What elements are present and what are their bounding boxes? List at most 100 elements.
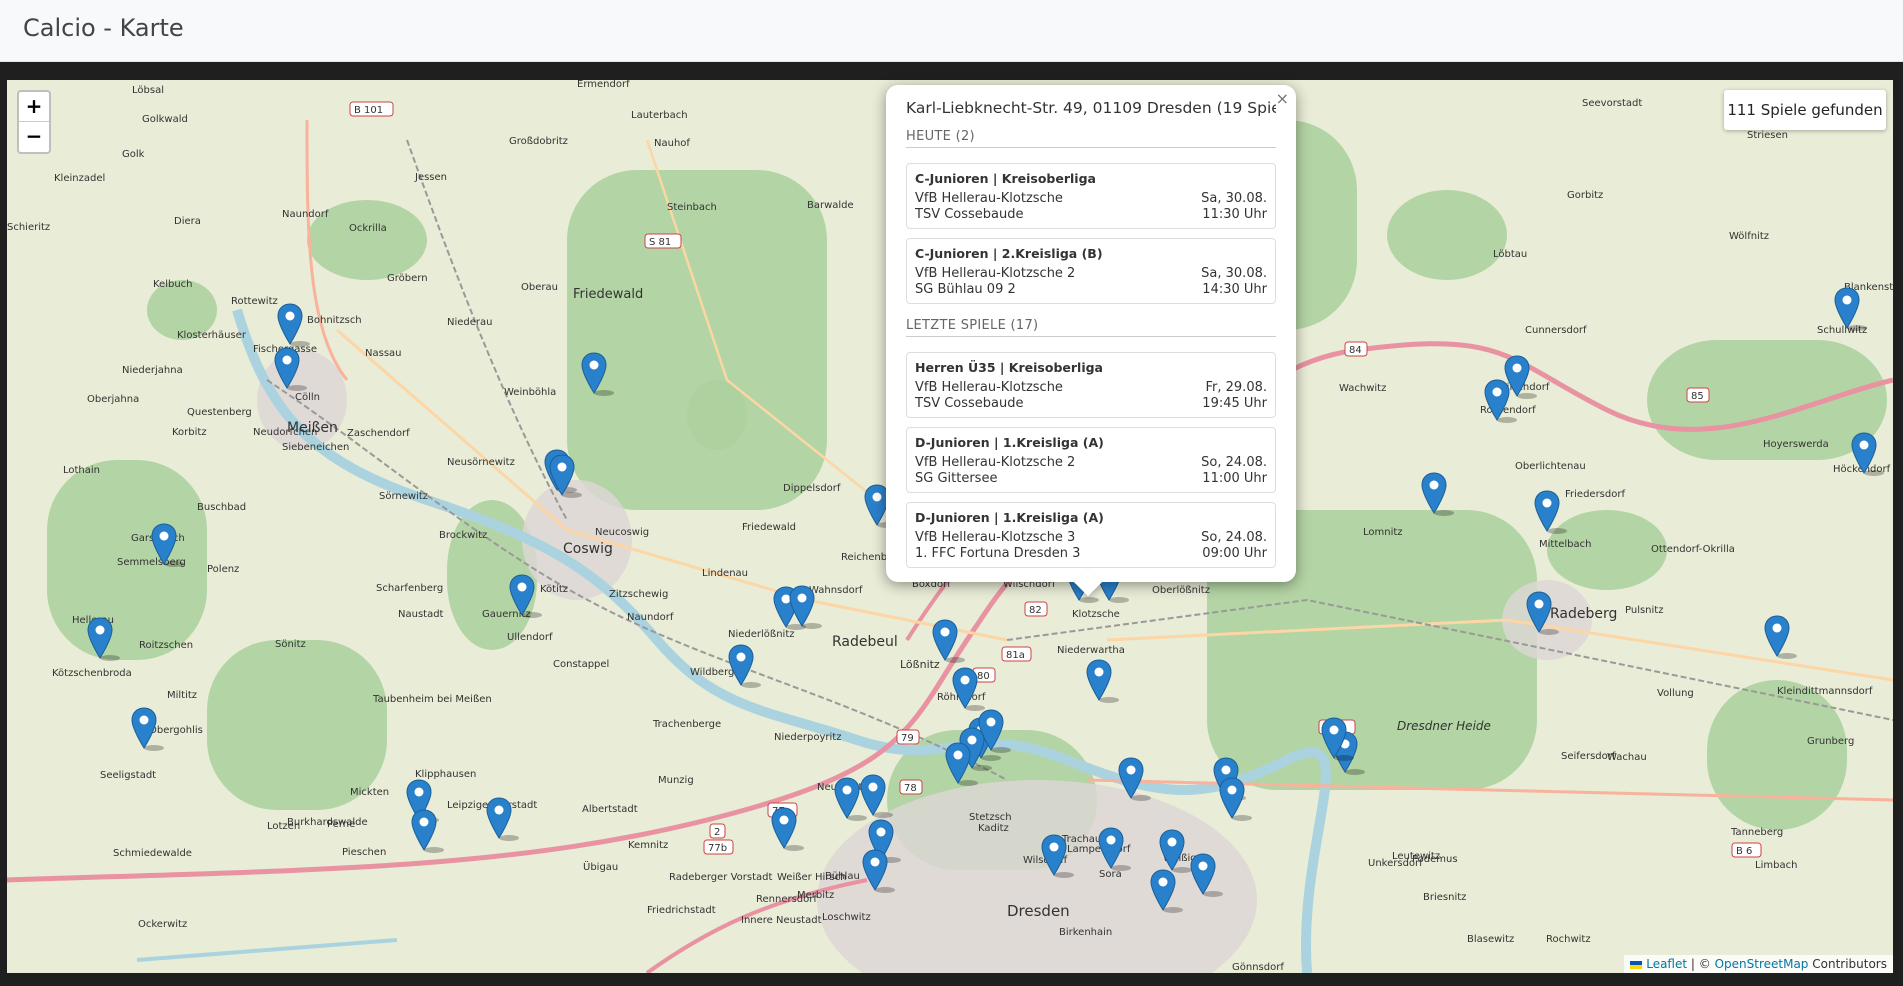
map-attribution: Leaflet | © OpenStreetMap Contributors (1624, 955, 1893, 973)
map-marker-icon[interactable] (1421, 472, 1454, 516)
forest-area (1707, 680, 1847, 830)
map-marker-icon[interactable] (1086, 659, 1119, 703)
place-label: Löbsal (132, 85, 164, 96)
place-label: Constappel (553, 659, 609, 670)
forest-area (567, 170, 827, 510)
river-tributary (136, 938, 398, 962)
place-label: Seeligstadt (100, 770, 156, 781)
place-label: Gönnsdorf (1232, 962, 1284, 973)
today-game-list: C-Junioren | Kreisoberliga VfB Hellerau-K… (906, 163, 1276, 304)
place-label: Klotzsche (1072, 609, 1120, 620)
place-label: Rottewitz (231, 296, 278, 307)
road-shield-label: 80 (977, 671, 990, 682)
place-label: Kötitz (540, 584, 568, 595)
place-label: Limbach (1755, 860, 1797, 871)
team-home: VfB Hellerau-Klotzsche 2 (915, 266, 1076, 281)
road-shield-label: 79 (901, 733, 914, 744)
place-label: Naustadt (398, 609, 444, 620)
location-popup: × Karl-Liebknecht-Str. 49, 01109 Dresden… (886, 85, 1296, 597)
leaflet-link[interactable]: Leaflet (1646, 957, 1687, 971)
attribution-separator: | © (1687, 957, 1715, 971)
urban-area-dresden (817, 780, 1257, 973)
map-marker-icon[interactable] (411, 809, 444, 853)
place-label: Diera (174, 216, 201, 227)
place-label: Wildberg (690, 667, 734, 678)
place-label: Pulsnitz (1625, 605, 1663, 616)
game-card: D-Junioren | 1.Kreisliga (A) VfB Hellerau… (906, 427, 1276, 493)
map-marker-icon[interactable] (932, 619, 965, 663)
place-label: Ermendorf (577, 80, 630, 90)
game-date: So, 24.08. (1201, 455, 1267, 470)
game-time: 11:00 Uhr (1202, 471, 1267, 486)
game-row: VfB Hellerau-Klotzsche 3 So, 24.08. (915, 530, 1267, 546)
place-label: Bühlau (825, 871, 860, 882)
place-label: Rochwitz (1546, 934, 1591, 945)
game-row: VfB Hellerau-Klotzsche Fr, 29.08. (915, 380, 1267, 396)
place-label: Oberau (521, 282, 558, 293)
game-row: TSV Cossebaude 19:45 Uhr (915, 396, 1267, 412)
game-date: Fr, 29.08. (1205, 380, 1268, 395)
place-label: Merbitz (797, 890, 834, 901)
zoom-control: + − (17, 90, 51, 154)
place-label: Friedewald (742, 522, 796, 533)
place-label: Birkenhain (1059, 927, 1112, 938)
place-label: Siebeneichen (282, 442, 349, 453)
team-home: VfB Hellerau-Klotzsche (915, 191, 1063, 206)
game-time: 09:00 Uhr (1202, 546, 1267, 561)
place-label: Weinböhla (504, 387, 556, 398)
place-label: Friedersdorf (1565, 489, 1625, 500)
place-label: Zitzschewig (609, 589, 668, 600)
place-label: Brockwitz (439, 530, 487, 541)
place-label: Tanneberg (1730, 827, 1783, 838)
popup-close-button[interactable]: × (1276, 89, 1289, 108)
popup-title: Karl-Liebknecht-Str. 49, 01109 Dresden (… (906, 99, 1276, 117)
place-label: Stetzsch (969, 812, 1012, 823)
place-label: Klipphausen (415, 769, 476, 780)
map-marker-icon[interactable] (1764, 615, 1797, 659)
map-marker-icon[interactable] (771, 807, 804, 851)
map-marker-icon[interactable] (277, 303, 310, 347)
zoom-out-button[interactable]: − (19, 122, 49, 152)
attribution-suffix: Contributors (1808, 957, 1887, 971)
place-label: Friedrichstadt (647, 905, 716, 916)
place-label: Roitzschen (139, 640, 193, 651)
place-label: Blasewitz (1467, 934, 1514, 945)
team-away: 1. FFC Fortuna Dresden 3 (915, 546, 1081, 561)
team-home: VfB Hellerau-Klotzsche 2 (915, 455, 1076, 470)
game-date: Sa, 30.08. (1201, 266, 1267, 281)
place-label: Jessen (414, 172, 447, 183)
road-shield-label: 82 (1029, 605, 1042, 616)
place-label: Briesnitz (1423, 892, 1466, 903)
place-label: Obergohlis (149, 725, 203, 736)
ukraine-flag-icon (1630, 960, 1643, 969)
popup-content: Karl-Liebknecht-Str. 49, 01109 Dresden (… (906, 99, 1276, 569)
place-label: Niederwartha (1057, 645, 1125, 656)
game-card: C-Junioren | 2.Kreisliga (B) VfB Hellerau… (906, 238, 1276, 304)
osm-link[interactable]: OpenStreetMap (1715, 957, 1809, 971)
game-card: Herren Ü35 | Kreisoberliga VfB Hellerau-K… (906, 352, 1276, 418)
place-label: Kleinzadel (54, 173, 105, 184)
place-label: Friedewald (573, 287, 643, 302)
place-label: Rossendorf (1480, 405, 1536, 416)
recent-game-list: Herren Ü35 | Kreisoberliga VfB Hellerau-K… (906, 352, 1276, 568)
place-label: Kaditz (978, 823, 1009, 834)
place-label: Taubenheim bei Meißen (372, 694, 492, 705)
page-title[interactable]: Calcio - Karte (23, 14, 184, 42)
place-label: Oberlößnitz (1152, 585, 1210, 596)
place-label: Gröbern (387, 273, 428, 284)
zoom-in-button[interactable]: + (19, 92, 49, 122)
game-row: VfB Hellerau-Klotzsche 2 So, 24.08. (915, 455, 1267, 471)
place-label: Lauterbach (631, 110, 688, 121)
map-marker-icon[interactable] (728, 644, 761, 688)
game-card: D-Junioren | 1.Kreisliga (A) VfB Hellerau… (906, 502, 1276, 568)
place-label: Niederjahna (122, 365, 183, 376)
place-label: Dresden (1007, 902, 1070, 920)
place-label: Korbitz (172, 427, 207, 438)
place-label: Löbtau (1493, 249, 1527, 260)
place-label: Ullendorf (507, 632, 553, 643)
place-label: Ockerwitz (138, 919, 187, 930)
forest-area (687, 380, 747, 450)
road-shield-label: 2 (714, 827, 720, 838)
game-time: 11:30 Uhr (1202, 207, 1267, 222)
place-label: Cunnersdorf (1525, 325, 1587, 336)
